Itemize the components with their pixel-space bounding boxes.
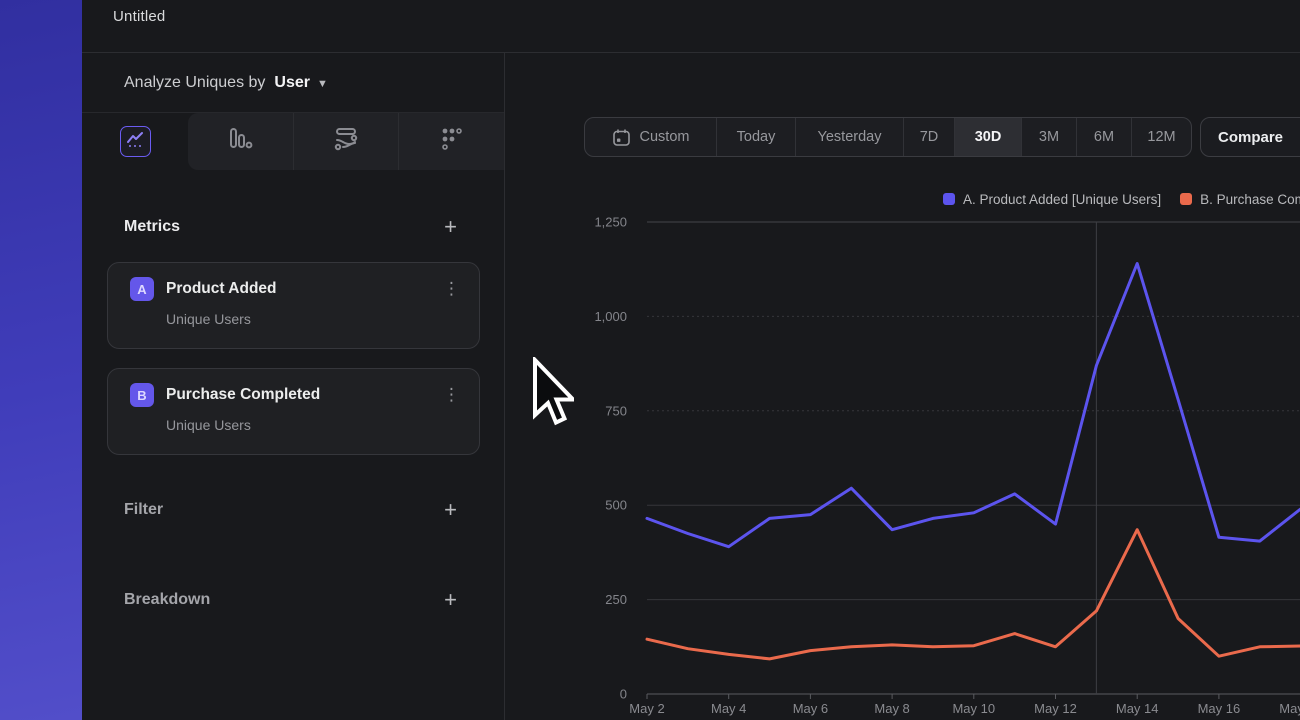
legend-item-a[interactable]: A. Product Added [Unique Users] [943, 192, 1161, 207]
metric-card-b[interactable]: B Purchase Completed ⋮ Unique Users [107, 368, 480, 455]
chart-legend: A. Product Added [Unique Users] B. Purch… [943, 189, 1300, 209]
range-yesterday[interactable]: Yesterday [795, 118, 903, 156]
range-custom[interactable]: Custom [585, 118, 716, 156]
svg-text:May 4: May 4 [711, 701, 746, 716]
metric-b-options-icon[interactable]: ⋮ [443, 388, 463, 402]
svg-text:1,000: 1,000 [594, 309, 627, 324]
legend-swatch-b [1180, 193, 1192, 205]
range-12m[interactable]: 12M [1131, 118, 1191, 156]
range-12m-label: 12M [1147, 129, 1175, 145]
breakdown-section-header: Breakdown + [82, 586, 504, 614]
metric-a-options-icon[interactable]: ⋮ [443, 282, 463, 296]
metric-b-name: Purchase Completed [166, 386, 320, 404]
bar-chart-icon [227, 127, 253, 156]
legend-label-a: A. Product Added [Unique Users] [963, 192, 1161, 207]
svg-text:May 8: May 8 [874, 701, 909, 716]
retention-grid-icon [440, 127, 464, 156]
svg-text:May 10: May 10 [952, 701, 995, 716]
svg-text:0: 0 [620, 687, 627, 702]
report-title[interactable]: Untitled [113, 8, 165, 25]
svg-text:250: 250 [605, 592, 627, 607]
top-bar: Untitled [82, 0, 1300, 53]
filter-section-header: Filter + [82, 496, 504, 524]
svg-text:500: 500 [605, 498, 627, 513]
metrics-section-header: Metrics + [82, 213, 504, 241]
analyze-header: Analyze Uniques by User ▼ [82, 53, 504, 113]
analyze-entity-dropdown[interactable]: User [274, 74, 310, 92]
range-6m-label: 6M [1094, 129, 1114, 145]
range-30d-label: 30D [975, 129, 1002, 145]
range-custom-label: Custom [640, 129, 690, 145]
date-range-bar: Custom Today Yesterday 7D 30D 3M 6M 12M [584, 117, 1192, 157]
flow-icon [333, 127, 359, 156]
query-builder-panel: Analyze Uniques by User ▼ [82, 53, 505, 720]
range-6m[interactable]: 6M [1076, 118, 1131, 156]
chart-type-tab-group [188, 113, 504, 170]
svg-text:May 16: May 16 [1198, 701, 1241, 716]
svg-text:750: 750 [605, 403, 627, 418]
svg-text:May 14: May 14 [1116, 701, 1159, 716]
line-chart-icon [126, 130, 145, 154]
add-filter-button[interactable]: + [444, 500, 457, 520]
range-7d-label: 7D [920, 129, 939, 145]
range-today-label: Today [737, 129, 776, 145]
metrics-title: Metrics [124, 218, 180, 236]
metric-card-a-row: A Product Added ⋮ [130, 277, 463, 301]
filter-title: Filter [124, 501, 163, 519]
chart-panel: Custom Today Yesterday 7D 30D 3M 6M 12M … [505, 53, 1300, 720]
metric-b-measurement[interactable]: Unique Users [166, 417, 463, 433]
legend-item-b[interactable]: B. Purchase Completed [Unique Users] [1180, 192, 1300, 207]
line-chart[interactable]: 0 250 500 750 1,000 1,250 May 2 May 4 May 6 May 8… [505, 210, 1300, 720]
app-window: Untitled Analyze Uniques by User ▼ [82, 0, 1300, 720]
calendar-icon [612, 128, 631, 147]
metric-a-badge: A [130, 277, 154, 301]
svg-text:May 18: May 18 [1279, 701, 1300, 716]
range-yesterday-label: Yesterday [818, 129, 882, 145]
analyze-label: Analyze Uniques by [124, 74, 265, 92]
svg-text:May 2: May 2 [629, 701, 664, 716]
main-area: Analyze Uniques by User ▼ [82, 53, 1300, 720]
add-metric-button[interactable]: + [444, 217, 457, 237]
add-breakdown-button[interactable]: + [444, 590, 457, 610]
legend-swatch-a [943, 193, 955, 205]
chevron-down-icon[interactable]: ▼ [317, 78, 328, 90]
metric-b-badge: B [130, 383, 154, 407]
range-today[interactable]: Today [716, 118, 795, 156]
metric-card-b-row: B Purchase Completed ⋮ [130, 383, 463, 407]
tab-line-chart[interactable] [120, 126, 151, 157]
legend-label-b: B. Purchase Completed [Unique Users] [1200, 192, 1300, 207]
range-7d[interactable]: 7D [903, 118, 954, 156]
svg-text:May 12: May 12 [1034, 701, 1077, 716]
breakdown-title: Breakdown [124, 591, 210, 609]
page: { "window": { "title": "Untitled" }, "si… [0, 0, 1300, 720]
tab-bar-chart[interactable] [188, 113, 293, 170]
svg-text:May 6: May 6 [793, 701, 828, 716]
compare-button[interactable]: Compare [1200, 117, 1300, 157]
tab-retention-grid[interactable] [398, 113, 504, 170]
metric-a-name: Product Added [166, 280, 277, 298]
metric-card-a[interactable]: A Product Added ⋮ Unique Users [107, 262, 480, 349]
range-3m[interactable]: 3M [1021, 118, 1076, 156]
svg-text:1,250: 1,250 [594, 215, 627, 230]
range-30d[interactable]: 30D [954, 118, 1021, 156]
chart-type-tabs [82, 113, 504, 170]
range-3m-label: 3M [1039, 129, 1059, 145]
metric-a-measurement[interactable]: Unique Users [166, 311, 463, 327]
tab-flow[interactable] [293, 113, 399, 170]
